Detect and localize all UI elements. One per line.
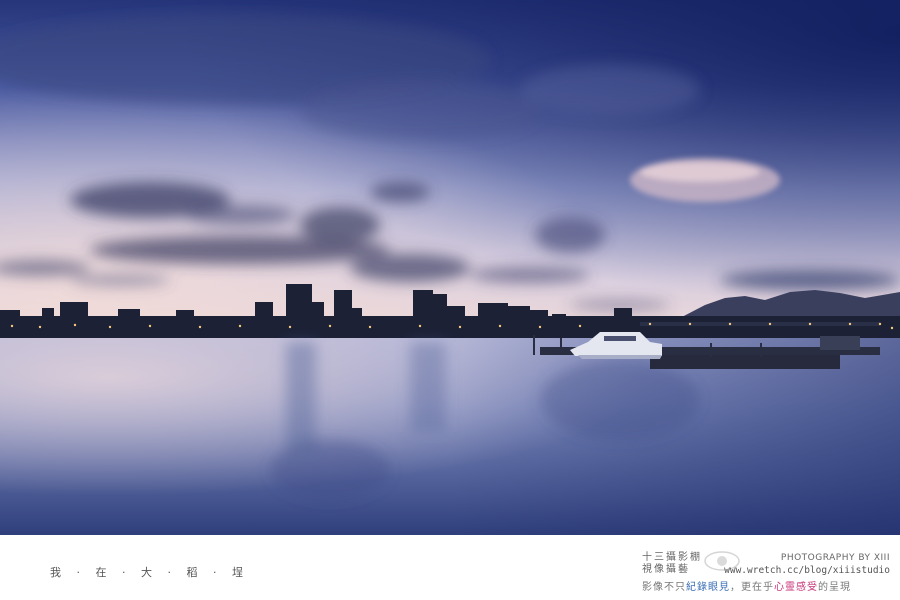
- studio-name-line1: 十三攝影棚: [642, 552, 702, 563]
- bridge: [640, 322, 880, 326]
- photo-drawing: [0, 0, 900, 535]
- blog-url: www.wretch.cc/blog/xiiistudio: [724, 565, 890, 576]
- studio-signature: 十三攝影棚 視像攝藝 PHOTOGRAPHY BY XIII www.wretc…: [642, 551, 892, 596]
- photo-credit: PHOTOGRAPHY BY XIII: [780, 553, 890, 563]
- footer-bar: 我 · 在 · 大 · 稻 · 埕 十三攝影棚 視像攝藝 PHOTOGRAPHY…: [0, 535, 900, 600]
- landscape-photo: [0, 0, 900, 535]
- motto-highlight-2: 心靈感受: [774, 582, 818, 593]
- motto-highlight-1: 紀錄眼見: [686, 582, 730, 593]
- studio-name: 十三攝影棚 視像攝藝: [642, 552, 702, 576]
- studio-name-line2: 視像攝藝: [642, 564, 690, 575]
- motto-part2: ，更在乎: [730, 582, 774, 593]
- motto-part3: 的呈現: [818, 582, 851, 593]
- lenticular-cloud: [630, 158, 780, 202]
- studio-motto: 影像不只紀錄眼見，更在乎心靈感受的呈現: [642, 578, 851, 593]
- motto-part1: 影像不只: [642, 582, 686, 593]
- photo-caption: 我 · 在 · 大 · 稻 · 埕: [50, 566, 249, 579]
- photo-frame: 我 · 在 · 大 · 稻 · 埕 十三攝影棚 視像攝藝 PHOTOGRAPHY…: [0, 0, 900, 600]
